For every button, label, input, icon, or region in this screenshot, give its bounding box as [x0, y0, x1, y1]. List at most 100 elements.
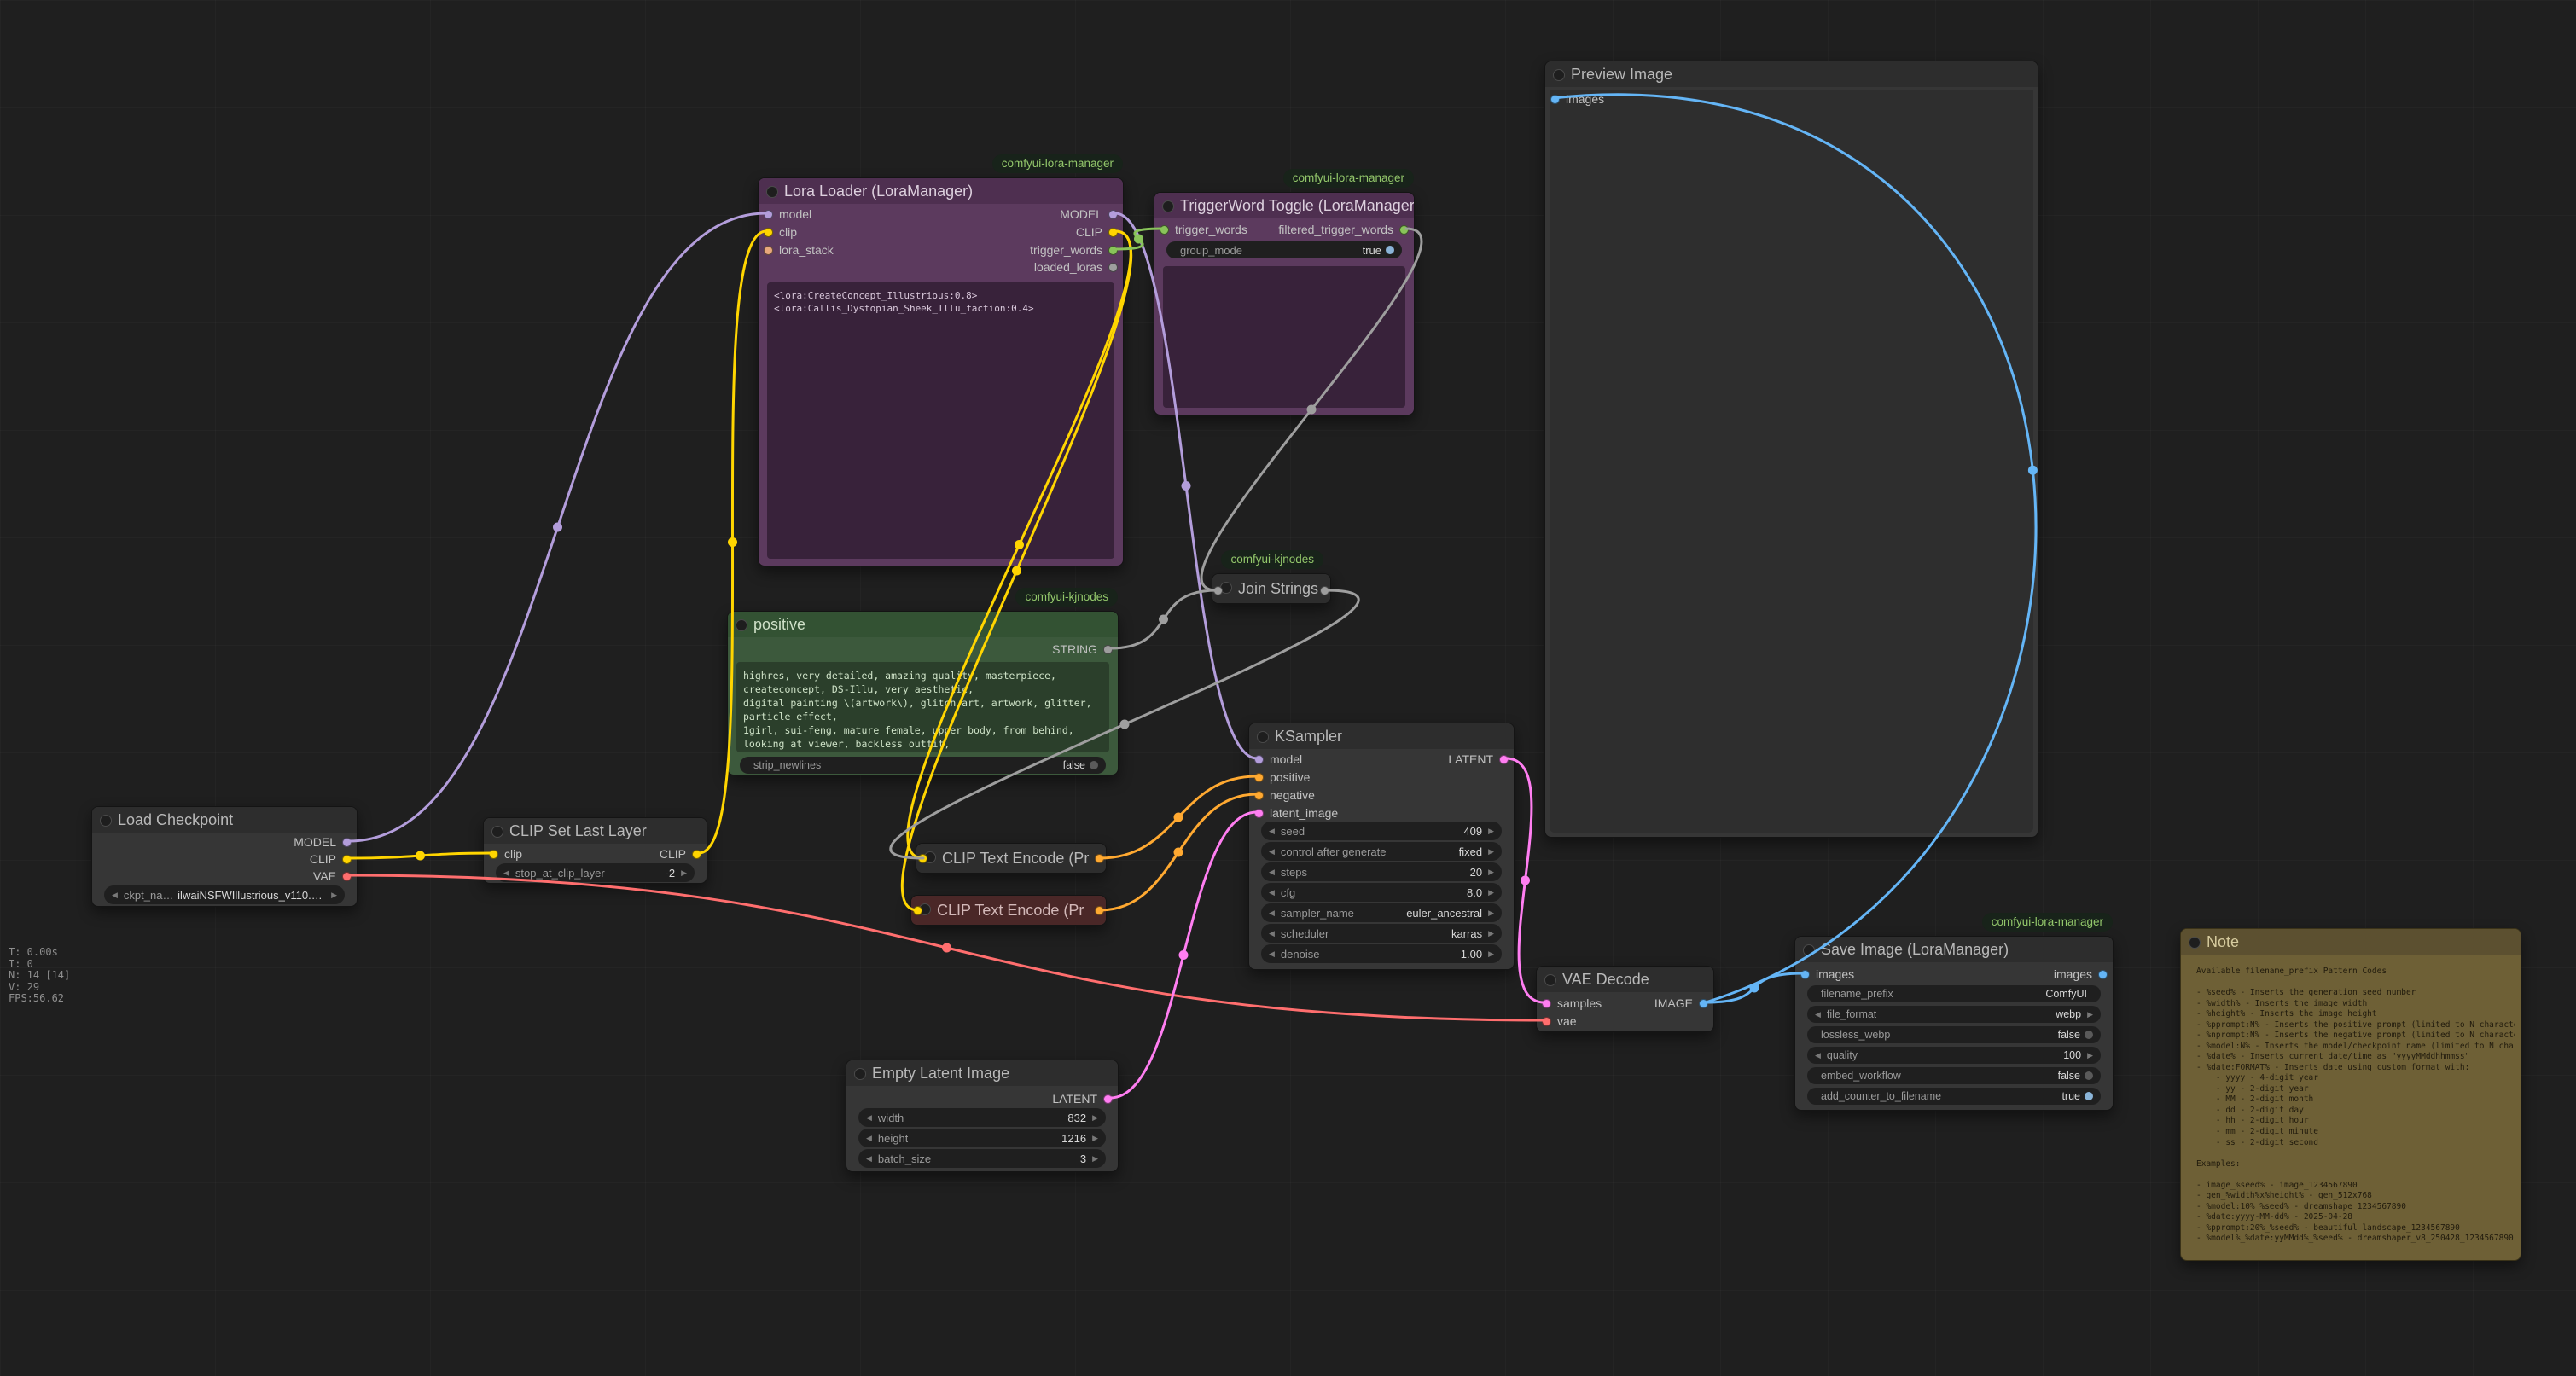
- widget-add-counter-to-filename[interactable]: add_counter_to_filename true: [1807, 1088, 2101, 1105]
- model-input-port[interactable]: [764, 210, 773, 219]
- next-arrow-icon[interactable]: ▶: [1488, 827, 1494, 836]
- prev-arrow-icon[interactable]: ◀: [1815, 1010, 1821, 1019]
- widget-strip-newlines[interactable]: strip_newlines false: [740, 757, 1106, 774]
- widget-batch-size[interactable]: ◀ batch_size 3 ▶: [858, 1149, 1106, 1168]
- widget-seed[interactable]: ◀ seed 409 ▶: [1261, 822, 1502, 840]
- collapsed-input-port[interactable]: [1213, 586, 1223, 595]
- node-clip-text-encode-negative[interactable]: CLIP Text Encode (Pr: [910, 895, 1107, 926]
- widget-filename-prefix[interactable]: filename_prefix ComfyUI: [1807, 985, 2101, 1002]
- node-positive-prompt[interactable]: comfyui-kjnodes positive STRING highres,…: [727, 611, 1119, 775]
- node-title[interactable]: CLIP Set Last Layer: [484, 818, 707, 844]
- node-save-image[interactable]: comfyui-lora-manager Save Image (LoraMan…: [1794, 936, 2114, 1111]
- prev-arrow-icon[interactable]: ◀: [112, 891, 118, 900]
- model-input-port[interactable]: [1254, 755, 1264, 764]
- loaded-loras-output-port[interactable]: [1108, 263, 1118, 272]
- node-join-strings[interactable]: comfyui-kjnodes Join Strings: [1212, 573, 1331, 604]
- trigger-words-output-port[interactable]: [1108, 246, 1118, 255]
- collapsed-input-port[interactable]: [913, 906, 922, 915]
- node-title[interactable]: Save Image (LoraManager): [1795, 937, 2113, 962]
- widget-quality[interactable]: ◀ quality 100 ▶: [1807, 1047, 2101, 1064]
- node-load-checkpoint[interactable]: Load Checkpoint MODEL CLIP VAE ◀ ckpt_na…: [91, 806, 358, 907]
- latent-output-port[interactable]: [1103, 1094, 1113, 1104]
- clip-input-port[interactable]: [489, 850, 498, 859]
- clip-output-port[interactable]: [1108, 228, 1118, 237]
- model-output-port[interactable]: [342, 838, 352, 847]
- latent-image-input-port[interactable]: [1254, 809, 1264, 818]
- lora-stack-input-port[interactable]: [764, 246, 773, 255]
- toggle-dot[interactable]: [2085, 1092, 2093, 1100]
- prev-arrow-icon[interactable]: ◀: [1269, 949, 1275, 959]
- clip-output-port[interactable]: [692, 850, 701, 859]
- widget-sampler-name[interactable]: ◀ sampler_name euler_ancestral ▶: [1261, 903, 1502, 922]
- vae-input-port[interactable]: [1542, 1017, 1551, 1026]
- next-arrow-icon[interactable]: ▶: [1092, 1154, 1098, 1164]
- collapsed-output-port[interactable]: [1095, 854, 1104, 863]
- prev-arrow-icon[interactable]: ◀: [1269, 888, 1275, 897]
- node-title[interactable]: Note: [2181, 929, 2521, 955]
- node-clip-text-encode-positive[interactable]: CLIP Text Encode (Pr: [916, 843, 1107, 874]
- node-title[interactable]: Empty Latent Image: [846, 1060, 1118, 1086]
- widget-lossless-webp[interactable]: lossless_webp false: [1807, 1026, 2101, 1043]
- images-output-port[interactable]: [2098, 970, 2108, 979]
- next-arrow-icon[interactable]: ▶: [1488, 868, 1494, 877]
- latent-output-port[interactable]: [1499, 755, 1509, 764]
- filtered-trigger-words-output-port[interactable]: [1399, 225, 1409, 235]
- widget-ckpt-name[interactable]: ◀ ckpt_name ilwaiNSFWIllustrious_v110.s.…: [104, 885, 345, 904]
- note-text[interactable]: Available filename_prefix Pattern Codes …: [2189, 961, 2515, 1253]
- node-title[interactable]: Preview Image: [1545, 61, 2038, 87]
- prev-arrow-icon[interactable]: ◀: [503, 868, 509, 878]
- prev-arrow-icon[interactable]: ◀: [1269, 929, 1275, 938]
- widget-scheduler[interactable]: ◀ scheduler karras ▶: [1261, 924, 1502, 943]
- node-title[interactable]: CLIP Text Encode (Pr: [911, 896, 1106, 925]
- image-output-port[interactable]: [1699, 999, 1708, 1008]
- model-output-port[interactable]: [1108, 210, 1118, 219]
- prompt-textarea[interactable]: highres, very detailed, amazing quality,…: [736, 662, 1109, 752]
- node-triggerword-toggle[interactable]: comfyui-lora-manager TriggerWord Toggle …: [1154, 192, 1415, 415]
- node-clip-set-last-layer[interactable]: CLIP Set Last Layer clip CLIP ◀ stop_at_…: [483, 817, 707, 884]
- toggle-dot[interactable]: [2085, 1071, 2093, 1080]
- node-preview-image[interactable]: Preview Image images: [1544, 61, 2038, 838]
- widget-stop-at-clip-layer[interactable]: ◀ stop_at_clip_layer -2 ▶: [496, 863, 695, 882]
- prev-arrow-icon[interactable]: ◀: [1269, 827, 1275, 836]
- clip-input-port[interactable]: [764, 228, 773, 237]
- next-arrow-icon[interactable]: ▶: [1092, 1134, 1098, 1143]
- loras-textarea[interactable]: <lora:CreateConcept_Illustrious:0.8> <lo…: [767, 282, 1114, 559]
- widget-group-mode[interactable]: group_mode true: [1166, 241, 1402, 258]
- next-arrow-icon[interactable]: ▶: [2087, 1051, 2093, 1060]
- node-lora-loader[interactable]: comfyui-lora-manager Lora Loader (LoraMa…: [758, 177, 1124, 566]
- node-title[interactable]: positive: [728, 612, 1118, 637]
- next-arrow-icon[interactable]: ▶: [1488, 909, 1494, 918]
- prev-arrow-icon[interactable]: ◀: [1269, 909, 1275, 918]
- images-input-port[interactable]: [1550, 95, 1560, 104]
- samples-input-port[interactable]: [1542, 999, 1551, 1008]
- next-arrow-icon[interactable]: ▶: [1488, 847, 1494, 856]
- widget-height[interactable]: ◀ height 1216 ▶: [858, 1129, 1106, 1147]
- prev-arrow-icon[interactable]: ◀: [1815, 1051, 1821, 1060]
- next-arrow-icon[interactable]: ▶: [1488, 929, 1494, 938]
- node-title[interactable]: Load Checkpoint: [92, 807, 357, 833]
- node-note[interactable]: Note Available filename_prefix Pattern C…: [2180, 928, 2521, 1261]
- prev-arrow-icon[interactable]: ◀: [1269, 847, 1275, 856]
- next-arrow-icon[interactable]: ▶: [331, 891, 337, 900]
- next-arrow-icon[interactable]: ▶: [2087, 1010, 2093, 1019]
- next-arrow-icon[interactable]: ▶: [681, 868, 687, 878]
- string-output-port[interactable]: [1103, 645, 1113, 654]
- graph-canvas[interactable]: T: 0.00s I: 0 N: 14 [14] V: 29 FPS:56.62…: [0, 0, 2576, 1376]
- node-vae-decode[interactable]: VAE Decode samples vae IMAGE: [1536, 966, 1714, 1032]
- node-title[interactable]: TriggerWord Toggle (LoraManager): [1154, 193, 1414, 218]
- next-arrow-icon[interactable]: ▶: [1488, 949, 1494, 959]
- widget-denoise[interactable]: ◀ denoise 1.00 ▶: [1261, 944, 1502, 963]
- next-arrow-icon[interactable]: ▶: [1092, 1113, 1098, 1123]
- node-title[interactable]: VAE Decode: [1537, 967, 1713, 992]
- node-ksampler[interactable]: KSampler model positive negative latent_…: [1248, 723, 1515, 970]
- collapsed-output-port[interactable]: [1320, 586, 1329, 595]
- vae-output-port[interactable]: [342, 872, 352, 881]
- node-title[interactable]: KSampler: [1249, 723, 1514, 749]
- node-title[interactable]: Join Strings: [1212, 574, 1330, 603]
- collapsed-input-port[interactable]: [918, 854, 927, 863]
- prev-arrow-icon[interactable]: ◀: [1269, 868, 1275, 877]
- prev-arrow-icon[interactable]: ◀: [866, 1113, 872, 1123]
- clip-output-port[interactable]: [342, 855, 352, 864]
- toggle-dot[interactable]: [1090, 761, 1098, 769]
- widget-steps[interactable]: ◀ steps 20 ▶: [1261, 862, 1502, 881]
